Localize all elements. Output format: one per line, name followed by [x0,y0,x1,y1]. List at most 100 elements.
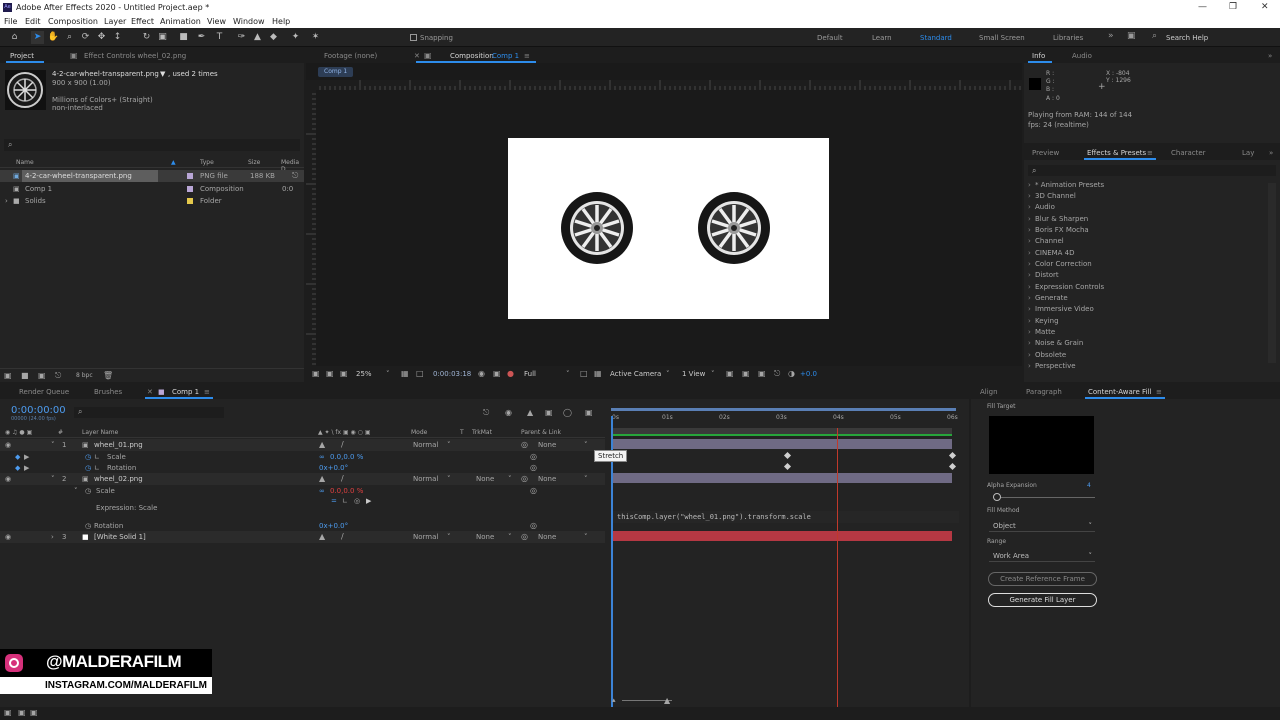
col-layer-name[interactable]: Layer Name [82,429,118,436]
comp-canvas[interactable] [508,138,829,319]
list-item[interactable]: › ■ Solids Folder [0,195,304,207]
eraser-tool-icon[interactable]: ◆ [267,31,280,44]
keyframe[interactable] [948,462,957,471]
expression-field[interactable]: thisComp.layer("wheel_01.png").transform… [611,511,959,523]
create-reference-frame-button[interactable]: Create Reference Frame [988,572,1097,586]
tab-preview[interactable]: Preview [1032,149,1059,157]
tab-character[interactable]: Character [1171,149,1206,157]
chevron-down-icon[interactable]: ˅ [666,370,670,378]
show-snapshot-icon[interactable]: ▣ [493,369,501,378]
menu-composition[interactable]: Composition [48,17,98,26]
fill-method-select[interactable]: Object ˅ [989,520,1095,532]
minimize-icon[interactable]: — [1198,2,1207,12]
effects-search-input[interactable]: ⌕ [1028,165,1276,176]
effect-category[interactable]: Color Correction [1028,260,1092,268]
chevron-down-icon[interactable]: ▼ [160,70,165,78]
timeline-icon[interactable]: ▣ [758,369,766,378]
effect-category[interactable]: 3D Channel [1028,192,1076,200]
status-icon[interactable]: ▣ [18,708,26,717]
draft-3d-icon[interactable]: ◉ [505,408,512,417]
roto-brush-icon[interactable]: ✦ [289,31,302,44]
wheel-01-layer[interactable] [560,191,635,266]
toggle-pixel-icon[interactable]: ▣ [726,369,734,378]
preview-icon[interactable]: ▣ [326,369,334,378]
layer-2-bar[interactable] [611,473,952,483]
workspace-menu-icon[interactable]: » [1108,31,1114,41]
tab-content-aware-fill[interactable]: Content-Aware Fill [1088,388,1151,396]
zoom-select[interactable]: 25% [356,370,372,378]
zoom-tool-icon[interactable]: ⌕ [63,31,76,44]
effect-category[interactable]: Channel [1028,237,1064,245]
chevron-down-icon[interactable]: ˅ [566,370,570,378]
effect-category[interactable]: Distort [1028,271,1059,279]
col-trkmat[interactable]: TrkMat [472,429,492,436]
menu-file[interactable]: File [4,17,17,26]
menu-effect[interactable]: Effect [131,17,154,26]
new-composition-icon[interactable]: ▣ [38,371,46,380]
puppet-tool-icon[interactable]: ✶ [309,31,322,44]
keyframe[interactable] [783,451,792,460]
tab-effects-presets[interactable]: Effects & Presets [1087,149,1146,157]
shape-tool-icon[interactable]: ■ [177,31,190,44]
fast-preview-icon[interactable]: ▣ [742,369,750,378]
new-folder-icon[interactable]: ■ [21,371,29,380]
panel-menu-icon[interactable]: » [1268,52,1272,60]
effect-category[interactable]: * Animation Presets [1028,181,1104,189]
effect-category[interactable]: Noise & Grain [1028,339,1083,347]
tab-comp-1[interactable]: Comp 1 [172,388,199,396]
interpret-footage-icon[interactable]: ▣ [4,371,12,380]
keyframe[interactable] [948,451,957,460]
project-search-input[interactable]: ⌕ [4,139,300,151]
effect-category[interactable]: Expression Controls [1028,283,1104,291]
roi-icon[interactable]: □ [580,369,588,378]
menu-icon[interactable]: ≡ [204,388,210,396]
status-icon[interactable]: ▣ [30,708,38,717]
menu-window[interactable]: Window [233,17,265,26]
hand-tool-icon[interactable]: ✋ [47,31,60,44]
menu-view[interactable]: View [207,17,226,26]
graph-editor-icon[interactable]: ▣ [585,408,593,417]
frame-blend-icon[interactable]: ▣ [545,408,553,417]
search-help-input[interactable]: Search Help [1166,34,1208,42]
region-icon[interactable]: □ [416,369,424,378]
workspace-small-screen[interactable]: Small Screen [979,34,1025,42]
effect-category[interactable]: CINEMA 4D [1028,249,1074,257]
view-select[interactable]: 1 View [682,370,705,378]
snapping-checkbox[interactable] [410,34,417,41]
table-row[interactable]: ◉ ˅ 2 ▣ wheel_02.png ▲ / Normal ˅ None ˅… [0,473,605,485]
camera-select[interactable]: Active Camera [610,370,661,378]
brush-tool-icon[interactable]: ✑ [235,31,248,44]
alpha-slider-track[interactable] [993,497,1095,498]
timecode[interactable]: 0:00:00:00 [11,405,66,416]
channel-icon[interactable]: ● [507,369,514,378]
wheel-02-layer[interactable] [697,191,772,266]
pan-tool-icon[interactable]: ✥ [95,31,108,44]
pen-tool-icon[interactable]: ✒ [195,31,208,44]
effect-category[interactable]: Perspective [1028,362,1075,370]
home-icon[interactable]: ⌂ [8,31,21,44]
tab-info[interactable]: Info [1032,52,1045,60]
menu-help[interactable]: Help [272,17,290,26]
list-item[interactable]: ▣ 4-2-car-wheel-transparent.png PNG file… [0,170,304,182]
snapshot-icon[interactable]: ◉ [478,369,485,378]
tab-layer[interactable]: Lay [1242,149,1254,157]
selection-tool-icon[interactable]: ➤ [31,31,44,44]
menu-layer[interactable]: Layer [104,17,126,26]
keyframe[interactable] [783,462,792,471]
tab-comp-name[interactable]: Comp 1 [492,52,519,60]
timeline-search-input[interactable]: ⌕ [74,407,224,418]
reset-exposure-icon[interactable]: ◑ [788,369,795,378]
effect-category[interactable]: Audio [1028,203,1055,211]
col-size[interactable]: Size [248,159,260,166]
list-item[interactable]: ▣ Comp 1 Composition 0:0 [0,183,304,195]
close-icon[interactable]: ✕ [1261,2,1269,12]
tab-paragraph[interactable]: Paragraph [1026,388,1062,396]
effect-category[interactable]: Matte [1028,328,1055,336]
time-ruler[interactable]: 0s 01s 02s 03s 04s 05s 06s [606,414,966,426]
effect-category[interactable]: Immersive Video [1028,305,1094,313]
close-icon[interactable]: ✕ [147,388,153,396]
menu-icon[interactable]: ≡ [1147,149,1153,157]
col-parent[interactable]: Parent & Link [521,429,561,436]
bpc-label[interactable]: 8 bpc [76,372,93,379]
tab-composition[interactable]: Composition [450,52,494,60]
